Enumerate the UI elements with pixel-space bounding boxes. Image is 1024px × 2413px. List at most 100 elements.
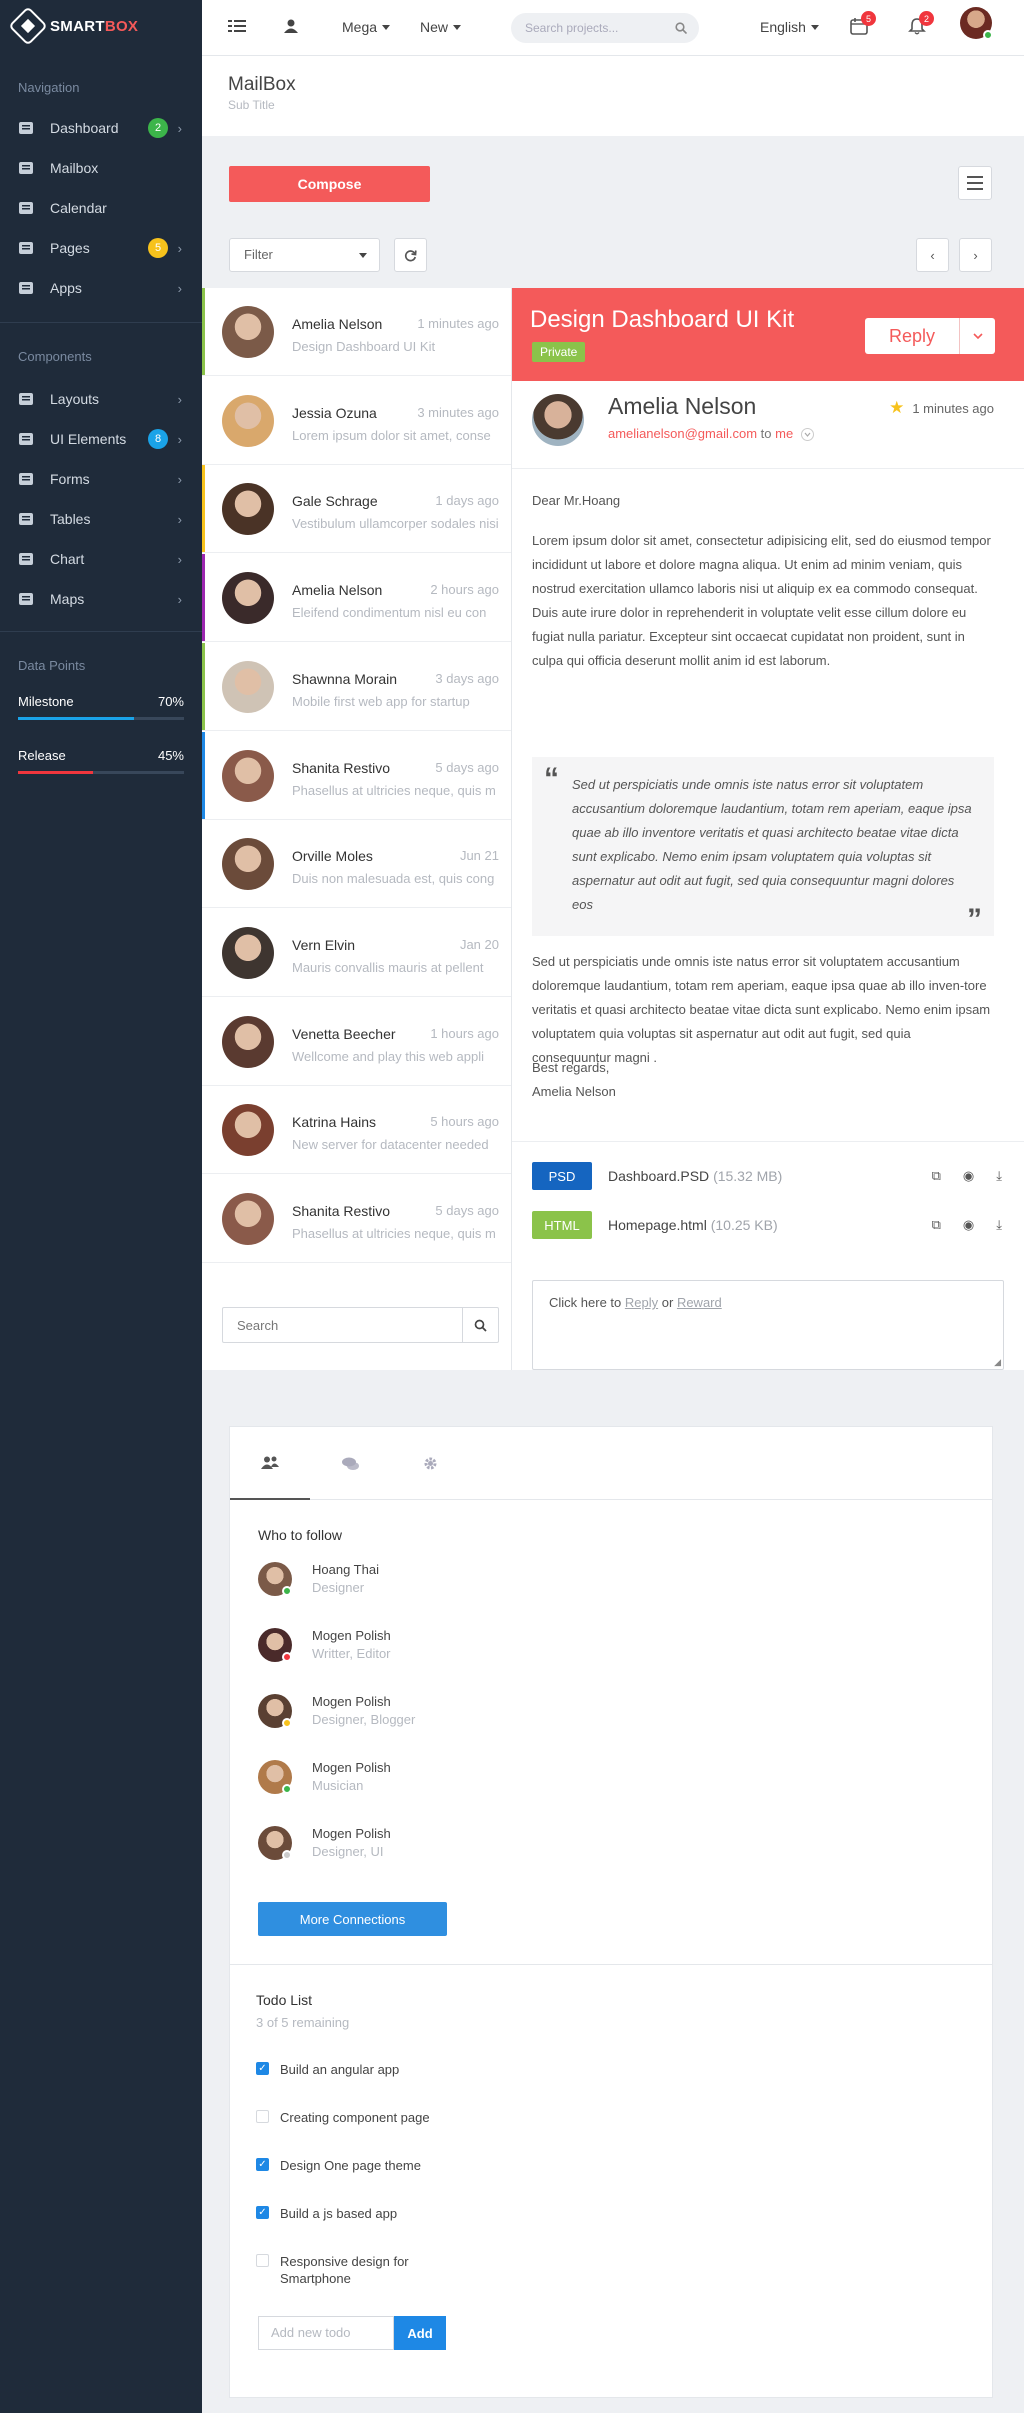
- resize-handle-icon[interactable]: ◢: [994, 1357, 1001, 1368]
- sidebar-item-layouts[interactable]: Layouts ›: [0, 379, 202, 419]
- tab-chat[interactable]: [310, 1427, 390, 1500]
- refresh-button[interactable]: [394, 238, 427, 272]
- download-icon[interactable]: ⤓: [996, 1168, 1002, 1184]
- mail-list-item[interactable]: Shanita Restivo 5 days ago Phasellus at ul…: [202, 731, 511, 820]
- mail-list-item[interactable]: Amelia Nelson 2 hours ago Eleifend condime…: [202, 554, 511, 643]
- mail-preview: Mobile first web app for startup: [292, 693, 470, 709]
- mail-list-item[interactable]: Shanita Restivo 5 days ago Phasellus at ul…: [202, 1175, 511, 1263]
- follow-suggestion[interactable]: Mogen Polish Musician: [258, 1760, 558, 1800]
- sidebar-item-pages[interactable]: Pages 5 ›: [0, 228, 202, 268]
- sidebar-item-dashboard[interactable]: Dashboard 2 ›: [0, 108, 202, 148]
- mail-preview: Vestibulum ullamcorper sodales nisi: [292, 516, 499, 532]
- todo-checkbox[interactable]: ✓: [256, 2062, 269, 2075]
- quick-reply-box[interactable]: Click here to Reply or Reward ◢: [532, 1280, 1004, 1370]
- mail-time: 1 days ago: [435, 493, 499, 509]
- share-icon[interactable]: ⧉: [932, 1168, 941, 1184]
- todo-checkbox[interactable]: ✓: [256, 2158, 269, 2171]
- filter-select[interactable]: Filter: [229, 238, 380, 272]
- mail-list-item[interactable]: Vern Elvin Jan 20 Mauris convallis mauris …: [202, 909, 511, 997]
- map-icon: [18, 592, 34, 606]
- status-dot: [282, 1586, 292, 1596]
- area-chart-icon: [18, 552, 34, 566]
- components-section-title: Components: [18, 349, 92, 364]
- search-icon: [474, 1319, 487, 1332]
- sidebar-item-chart[interactable]: Chart ›: [0, 539, 202, 579]
- recipient-me[interactable]: me: [775, 426, 793, 441]
- person-role: Writter, Editor: [312, 1646, 391, 1661]
- todo-checkbox[interactable]: [256, 2110, 269, 2123]
- next-page-button[interactable]: ›: [959, 238, 992, 272]
- mail-list-item[interactable]: Amelia Nelson 1 minutes ago Design Dashboa…: [202, 288, 511, 376]
- follow-suggestion[interactable]: Hoang Thai Designer: [258, 1562, 558, 1602]
- todo-checkbox[interactable]: [256, 2254, 269, 2267]
- sender-name: Amelia Nelson: [608, 393, 757, 419]
- sidebar-item-forms[interactable]: Forms ›: [0, 459, 202, 499]
- sidebar-item-apps[interactable]: Apps ›: [0, 268, 202, 308]
- follow-suggestion[interactable]: Mogen Polish Designer, Blogger: [258, 1694, 558, 1734]
- mail-list-item[interactable]: Venetta Beecher 1 hours ago Wellcome and p…: [202, 998, 511, 1086]
- sidebar-item-tables[interactable]: Tables ›: [0, 499, 202, 539]
- more-connections-button[interactable]: More Connections: [258, 1902, 447, 1936]
- file-name: Dashboard.PSD: [608, 1168, 710, 1184]
- follow-suggestion[interactable]: Mogen Polish Designer, UI: [258, 1826, 558, 1866]
- chevron-left-icon: ‹: [930, 247, 935, 263]
- online-status-dot: [983, 30, 993, 40]
- chevron-down-icon[interactable]: [800, 428, 814, 442]
- reward-link[interactable]: Reward: [677, 1295, 722, 1310]
- new-menu[interactable]: New: [420, 19, 462, 35]
- prev-page-button[interactable]: ‹: [916, 238, 949, 272]
- reply-link[interactable]: Reply: [625, 1295, 658, 1310]
- download-icon[interactable]: ⤓: [996, 1217, 1002, 1233]
- chevron-down-icon: [382, 24, 391, 30]
- mail-list-item[interactable]: Katrina Hains 5 hours ago New server for d…: [202, 1086, 511, 1175]
- language-select[interactable]: English: [760, 19, 819, 35]
- mail-sender: Katrina Hains: [292, 1114, 377, 1131]
- calendar-notification[interactable]: 5: [850, 11, 876, 35]
- mail-list-item[interactable]: Gale Schrage 1 days ago Vestibulum ullamco…: [202, 465, 511, 554]
- user-avatar[interactable]: [960, 7, 993, 40]
- mail-list-item[interactable]: Jessia Ozuna 3 minutes ago Lorem ipsum dol…: [202, 377, 511, 465]
- share-icon[interactable]: ⧉: [932, 1217, 941, 1233]
- top-search-input[interactable]: Search projects...: [511, 13, 699, 43]
- list-search-button[interactable]: [462, 1308, 498, 1342]
- sidebar-item-mailbox[interactable]: Mailbox: [0, 148, 202, 188]
- reply-options-button[interactable]: [959, 318, 995, 354]
- status-dot: [282, 1718, 292, 1728]
- tab-people[interactable]: [230, 1427, 310, 1500]
- sidebar-item-maps[interactable]: Maps ›: [0, 579, 202, 619]
- notifications[interactable]: 2: [908, 11, 934, 35]
- sender-email[interactable]: amelianelson@gmail.com: [608, 426, 757, 441]
- mail-sender: Orville Moles: [292, 848, 373, 865]
- status-dot: [282, 1652, 292, 1662]
- eye-icon[interactable]: ◉: [963, 1168, 974, 1184]
- message-quote: “ Sed ut perspiciatis unde omnis iste na…: [532, 757, 994, 936]
- menu-toggle-icon[interactable]: [228, 19, 246, 33]
- mail-list-item[interactable]: Shawnna Morain 3 days ago Mobile first web…: [202, 642, 511, 731]
- add-todo-button[interactable]: Add: [394, 2316, 446, 2350]
- sidebar-item-label: UI Elements: [50, 431, 127, 447]
- mail-preview: Phasellus at ultricies neque, quis m: [292, 782, 496, 798]
- data-point: Release 45%: [0, 748, 202, 774]
- progress-bar: [18, 717, 184, 720]
- mail-time: 1 hours ago: [430, 1025, 499, 1041]
- tab-settings[interactable]: [390, 1427, 470, 1500]
- sidebar-item-calendar[interactable]: Calendar: [0, 188, 202, 228]
- attachment-name[interactable]: Dashboard.PSD (15.32 MB): [608, 1168, 782, 1184]
- logo[interactable]: SMARTBOX: [0, 4, 202, 48]
- reply-button[interactable]: Reply: [865, 318, 959, 354]
- user-icon[interactable]: [284, 19, 298, 33]
- attachment-name[interactable]: Homepage.html (10.25 KB): [608, 1217, 778, 1233]
- hamburger-menu-button[interactable]: [958, 166, 992, 200]
- todo-checkbox[interactable]: ✓: [256, 2206, 269, 2219]
- mega-menu[interactable]: Mega: [342, 19, 391, 35]
- sidebar-item-ui-elements[interactable]: UI Elements 8 ›: [0, 419, 202, 459]
- eye-icon[interactable]: ◉: [963, 1217, 974, 1233]
- follow-suggestion[interactable]: Mogen Polish Writter, Editor: [258, 1628, 558, 1668]
- mail-list-item[interactable]: Orville Moles Jun 21 Duis non malesuada es…: [202, 820, 511, 909]
- star-icon[interactable]: ★: [889, 398, 904, 418]
- new-todo-input[interactable]: Add new todo: [258, 2316, 394, 2350]
- list-search-input[interactable]: Search: [222, 1307, 499, 1343]
- chevron-right-icon: ›: [177, 280, 182, 296]
- page-subtitle: Sub Title: [228, 98, 275, 112]
- compose-button[interactable]: Compose: [229, 166, 430, 202]
